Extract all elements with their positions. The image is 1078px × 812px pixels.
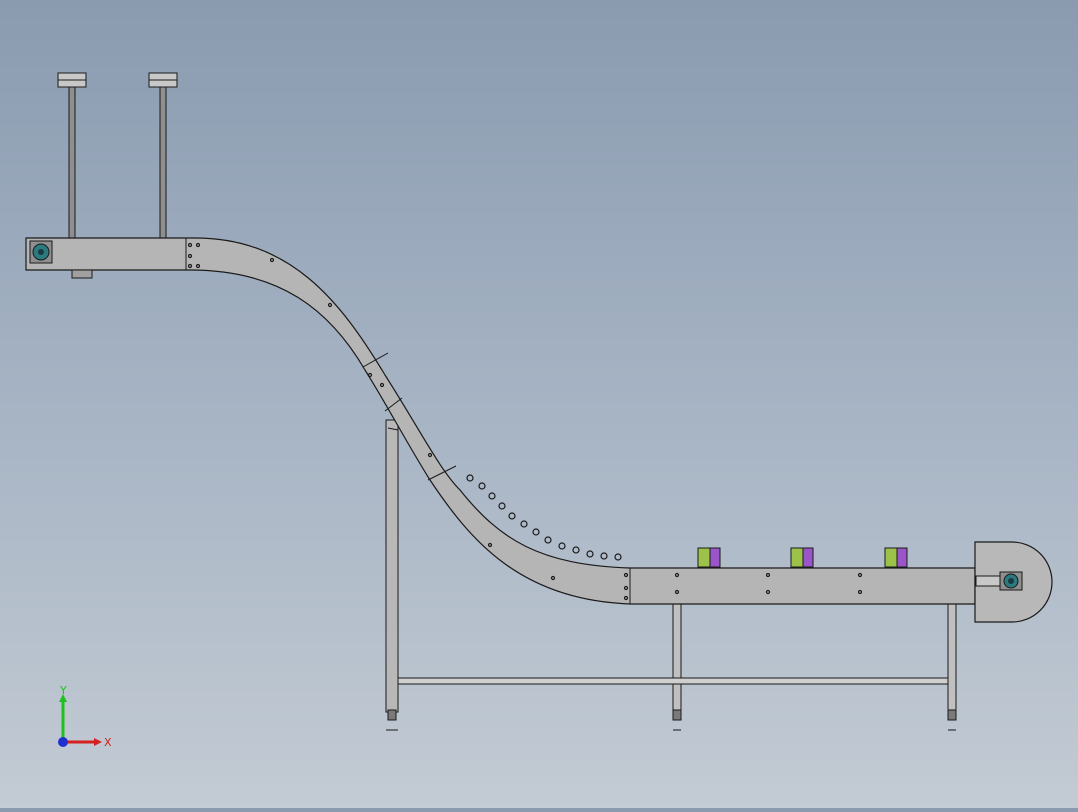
ceiling-hanger-right [148, 72, 178, 264]
cad-viewport[interactable]: Y X [0, 0, 1078, 808]
y-axis-label: Y [59, 686, 67, 697]
conveyor-seams [25, 238, 631, 604]
triad-plane [63, 710, 89, 736]
can-3 [884, 547, 908, 568]
x-axis-label: X [104, 736, 112, 749]
conveyor-body [25, 237, 976, 605]
can-1 [697, 547, 721, 568]
z-axis-dot [58, 737, 68, 747]
ceiling-hanger-left [57, 72, 87, 264]
conveyor-drawing[interactable] [0, 0, 1078, 808]
axis-triad: Y X [58, 686, 112, 749]
can-2 [790, 547, 814, 568]
x-axis-head [94, 738, 102, 746]
